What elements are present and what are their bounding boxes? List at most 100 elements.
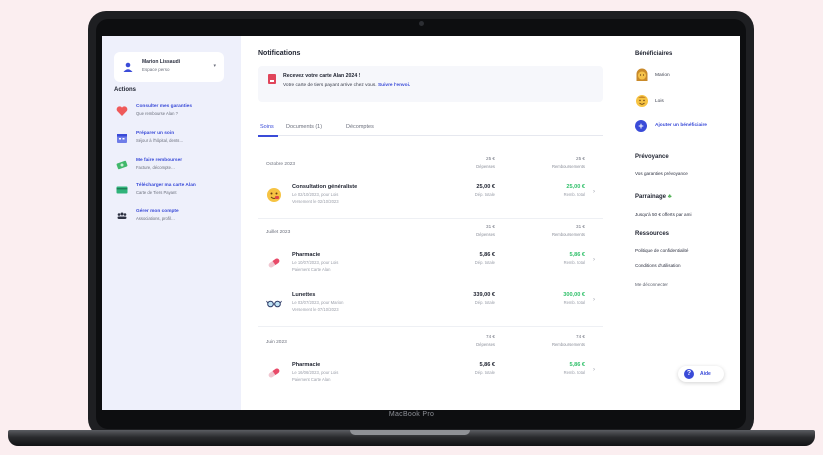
care-date: Le 02/10/2023, pour Lois (292, 192, 339, 197)
user-avatar-icon (123, 62, 133, 72)
care-row[interactable]: Pharmacie Le 10/07/2023, pour Lois Paiem… (258, 246, 603, 284)
month-label: Juin 2023 (266, 340, 287, 345)
woman-face-icon (636, 68, 648, 81)
month-refund-label: Remboursements (551, 164, 585, 169)
month-refund-label: Remboursements (551, 232, 585, 237)
divider (258, 218, 603, 219)
care-amount: 5,86 € (479, 252, 495, 258)
month-header: Juin 2023 74 € Dépenses 74 € Rembourseme… (258, 330, 603, 356)
calendar-icon (117, 134, 127, 143)
care-payment: Paiement Carte Alan (292, 267, 331, 272)
action-rembourser[interactable]: Me faire rembourser Facture, décompte… (114, 157, 236, 177)
action-title: Gérer mon compte (136, 209, 179, 214)
care-date: Le 10/07/2023, pour Lois (292, 260, 339, 265)
care-title: Pharmacie (292, 362, 321, 368)
laptop-notch (350, 430, 470, 435)
care-payment: Paiement Carte Alan (292, 377, 331, 382)
parrainage-text[interactable]: Jusqu'à 50 € offerts par ami (635, 212, 691, 217)
month-spent-label: Dépenses (476, 164, 495, 169)
beneficiary-name: Lois (655, 99, 664, 104)
card-icon (116, 186, 128, 194)
banner-link[interactable]: Suivre l'envoi. (378, 83, 410, 88)
month-spent-label: Dépenses (476, 342, 495, 347)
chevron-right-icon: › (593, 367, 595, 373)
right-panel: Bénéficiaires Marion Lois + Ajouter un b… (635, 36, 740, 410)
care-refund: 5,86 € (569, 362, 585, 368)
month-label: Juillet 2023 (266, 230, 291, 235)
parrainage-title: Parrainage ♣ (635, 194, 672, 200)
action-preparer-soin[interactable]: Préparer un soin Séjour à l'hôpital, den… (114, 130, 236, 150)
main-content: Notifications Recevez votre carte Alan 2… (258, 36, 608, 410)
care-refund-label: Remb. total (563, 192, 585, 197)
month-refund-label: Remboursements (551, 342, 585, 347)
month-refund: 74 € (576, 334, 585, 339)
question-icon: ? (684, 369, 694, 379)
link-terms[interactable]: Conditions d'utilisation (635, 263, 681, 268)
banner-body: Votre carte de tiers payant arrive chez … (283, 83, 377, 88)
care-payment: Versement le 02/10/2023 (292, 199, 339, 204)
care-title: Pharmacie (292, 252, 321, 258)
care-row[interactable]: Pharmacie Le 16/06/2023, pour Lois Paiem… (258, 356, 603, 394)
link-privacy[interactable]: Politique de confidentialité (635, 248, 688, 253)
heart-icon (116, 106, 128, 116)
user-name: Marion Lissaudi (142, 59, 181, 65)
notifications-title: Notifications (258, 50, 301, 57)
month-header: Octobre 2023 25 € Dépenses 25 € Rembours… (258, 152, 603, 178)
banner-text: Votre carte de tiers payant arrive chez … (283, 83, 410, 88)
action-title: Consulter mes garanties (136, 104, 192, 109)
beneficiary-marion[interactable]: Marion (635, 68, 735, 84)
money-icon (116, 160, 128, 170)
sidebar: Marion Lissaudi Espace perso ▾ Actions C… (102, 36, 241, 410)
actions-title: Actions (114, 87, 137, 93)
beneficiary-name: Marion (655, 73, 670, 78)
action-consulter-garanties[interactable]: Consulter mes garanties Que rembourse Al… (114, 103, 236, 123)
action-title: Télécharger ma carte Alan (136, 183, 196, 188)
add-beneficiary-button[interactable]: + Ajouter un bénéficiaire (635, 120, 735, 134)
action-telecharger-carte[interactable]: Télécharger ma carte Alan Carte de Tiers… (114, 182, 236, 202)
care-amount: 25,00 € (476, 184, 495, 190)
action-gerer-compte[interactable]: Gérer mon compte Associations, profil… (114, 208, 236, 228)
help-button[interactable]: ? Aide (678, 366, 724, 382)
app-screen: Marion Lissaudi Espace perso ▾ Actions C… (102, 36, 740, 410)
prevoyance-title: Prévoyance (635, 154, 669, 160)
laptop-model-label: MacBook Pro (388, 411, 435, 418)
action-subtitle: Facture, décompte… (136, 165, 176, 170)
care-row[interactable]: Consultation généraliste Le 02/10/2023, … (258, 178, 603, 216)
care-row[interactable]: Lunettes Le 03/07/2023, pour Marion Vers… (258, 286, 603, 324)
month-spent: 25 € (486, 156, 495, 161)
care-date: Le 03/07/2023, pour Marion (292, 300, 344, 305)
face-icon (267, 188, 281, 202)
care-refund: 25,00 € (566, 184, 585, 190)
care-refund: 300,00 € (563, 292, 585, 298)
prevoyance-link[interactable]: Vos garanties prévoyance (635, 171, 688, 176)
camera-icon (419, 21, 424, 26)
user-switcher[interactable]: Marion Lissaudi Espace perso ▾ (114, 52, 224, 82)
beneficiary-lois[interactable]: Lois (635, 94, 735, 110)
care-list: Octobre 2023 25 € Dépenses 25 € Rembours… (258, 144, 603, 410)
chevron-right-icon: › (593, 189, 595, 195)
smile-face-icon (636, 95, 648, 107)
active-tab-indicator (258, 135, 278, 137)
tab-decomptes[interactable]: Décomptes (346, 124, 374, 130)
logout-link[interactable]: Me déconnecter (635, 282, 668, 287)
plus-icon: + (635, 120, 647, 132)
alan-card-icon (268, 74, 276, 84)
action-title: Préparer un soin (136, 131, 175, 136)
care-amount-label: Dép. totale (474, 300, 495, 305)
sprout-icon: ♣ (667, 194, 672, 200)
action-subtitle: Carte de Tiers Payant (136, 190, 177, 195)
parrainage-title-text: Parrainage (635, 194, 667, 200)
care-amount: 339,00 € (473, 292, 495, 298)
care-amount-label: Dép. totale (474, 192, 495, 197)
chevron-down-icon: ▾ (213, 63, 216, 69)
care-date: Le 16/06/2023, pour Lois (292, 370, 339, 375)
action-title: Me faire rembourser (136, 158, 183, 163)
beneficiaries-title: Bénéficiaires (635, 51, 673, 57)
care-refund: 5,86 € (569, 252, 585, 258)
month-refund: 25 € (576, 156, 585, 161)
tab-documents[interactable]: Documents (1) (286, 124, 322, 130)
help-label: Aide (700, 371, 711, 377)
care-title: Consultation généraliste (292, 184, 358, 190)
care-refund-label: Remb. total (563, 370, 585, 375)
tab-soins[interactable]: Soins (260, 124, 274, 130)
